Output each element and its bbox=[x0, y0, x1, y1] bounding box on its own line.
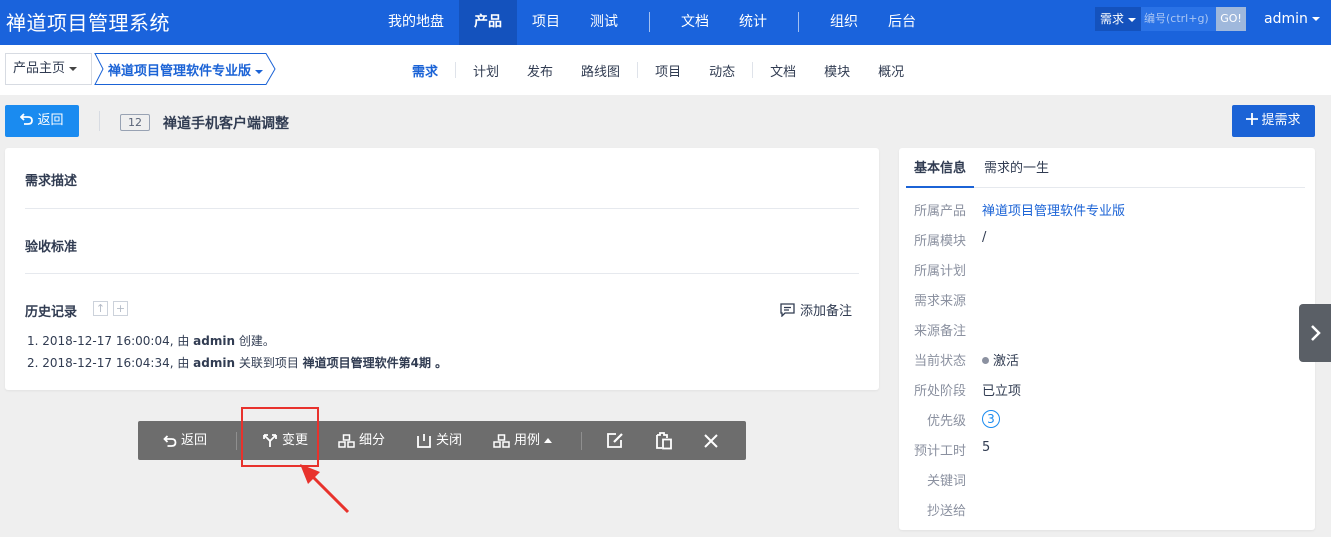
prop-row-stage: 所处阶段 已立项 bbox=[913, 384, 1022, 399]
main-nav-qa[interactable]: 测试 bbox=[575, 0, 633, 45]
add-comment-button[interactable]: 添加备注 bbox=[780, 300, 852, 319]
breadcrumb-product-home[interactable]: 产品主页 bbox=[5, 53, 92, 85]
test-case-menu-button[interactable]: 用例 bbox=[493, 421, 556, 460]
divider bbox=[581, 432, 582, 450]
nav-divider bbox=[798, 12, 799, 32]
prop-row-product: 所属产品 禅道项目管理软件专业版 bbox=[899, 200, 1315, 230]
sub-nav-plan[interactable]: 计划 bbox=[459, 61, 513, 80]
main-nav-product[interactable]: 产品 bbox=[459, 0, 517, 45]
story-detail-panel: 需求描述 验收标准 历史记录 ↑ + 添加备注 1. 2018-12-17 16… bbox=[5, 148, 879, 390]
search-type-select[interactable]: 需求 bbox=[1095, 7, 1141, 31]
history-heading: 历史记录 bbox=[25, 305, 78, 320]
main-nav: 我的地盘 产品 项目 测试 文档 统计 组织 后台 bbox=[373, 0, 931, 45]
main-nav-my[interactable]: 我的地盘 bbox=[373, 0, 459, 45]
delete-story-button[interactable] bbox=[704, 421, 722, 460]
app-brand[interactable]: 禅道项目管理系统 bbox=[6, 7, 170, 36]
prop-row-mailto: 抄送给 bbox=[926, 504, 966, 519]
main-nav-admin[interactable]: 后台 bbox=[873, 0, 931, 45]
sub-nav-roadmap[interactable]: 路线图 bbox=[567, 61, 634, 80]
sub-nav-story[interactable]: 需求 bbox=[398, 61, 452, 80]
status-dot-icon bbox=[982, 357, 989, 364]
sub-nav-release[interactable]: 发布 bbox=[513, 61, 567, 80]
nav-divider bbox=[637, 62, 639, 78]
undo-icon bbox=[20, 113, 34, 125]
close-story-button[interactable]: 关闭 bbox=[416, 421, 462, 460]
sub-nav-doc[interactable]: 文档 bbox=[756, 61, 810, 80]
nav-divider bbox=[455, 62, 457, 78]
search-go-button[interactable]: GO! bbox=[1216, 7, 1246, 31]
breadcrumb-product-select[interactable]: 禅道项目管理软件专业版 bbox=[94, 53, 276, 85]
divider bbox=[236, 432, 237, 450]
sub-nav-view[interactable]: 概况 bbox=[864, 61, 918, 80]
plus-icon bbox=[1246, 113, 1259, 125]
product-sub-nav: 需求 计划 发布 路线图 项目 动态 文档 模块 概况 bbox=[398, 45, 918, 95]
sub-navbar: 产品主页 禅道项目管理软件专业版 需求 计划 发布 路线图 项目 动态 文档 模… bbox=[0, 45, 1331, 95]
divider bbox=[25, 208, 859, 209]
chevron-down-icon bbox=[1128, 17, 1137, 22]
prop-row-status: 当前状态 激活 bbox=[913, 354, 1020, 369]
annotation-arrow-icon bbox=[300, 464, 350, 514]
user-menu[interactable]: admin bbox=[1264, 11, 1320, 27]
sitemap-icon bbox=[493, 433, 510, 448]
main-nav-project[interactable]: 项目 bbox=[517, 0, 575, 45]
comment-icon bbox=[780, 302, 795, 317]
main-nav-report[interactable]: 统计 bbox=[724, 0, 782, 45]
copy-story-button[interactable] bbox=[654, 421, 677, 460]
page-title: 禅道手机客户端调整 bbox=[163, 116, 289, 132]
product-link[interactable]: 禅道项目管理软件专业版 bbox=[982, 200, 1125, 219]
prop-row-keywords: 关键词 bbox=[926, 474, 966, 489]
chevron-down-icon bbox=[69, 66, 78, 71]
power-icon bbox=[417, 434, 431, 448]
verify-heading: 验收标准 bbox=[25, 240, 78, 255]
caret-up-icon bbox=[544, 438, 553, 443]
back-button[interactable]: 返回 bbox=[5, 105, 79, 137]
story-desc-heading: 需求描述 bbox=[25, 174, 78, 189]
prop-row-plan: 所属计划 bbox=[913, 264, 966, 279]
subdivide-story-button[interactable]: 细分 bbox=[338, 421, 385, 460]
undo-icon bbox=[163, 434, 177, 447]
prop-row-priority: 优先级 3 bbox=[899, 410, 1315, 440]
create-story-button[interactable]: 提需求 bbox=[1232, 105, 1315, 137]
history-item: 2. 2018-12-17 16:04:34, 由 admin 关联到项目 禅道… bbox=[27, 356, 448, 370]
nav-divider bbox=[752, 62, 754, 78]
highlight-box bbox=[241, 407, 319, 467]
prop-row-source: 需求来源 bbox=[913, 294, 966, 309]
divider bbox=[99, 111, 100, 131]
chevron-down-icon bbox=[1311, 17, 1320, 21]
close-icon bbox=[704, 433, 718, 448]
edit-icon bbox=[607, 433, 623, 448]
history-list: 1. 2018-12-17 16:00:04, 由 admin 创建。 2. 2… bbox=[27, 330, 447, 374]
story-id-badge: 12 bbox=[120, 114, 150, 131]
priority-badge: 3 bbox=[982, 410, 1000, 428]
tab-basic-info[interactable]: 基本信息 bbox=[906, 148, 975, 188]
main-nav-doc[interactable]: 文档 bbox=[666, 0, 724, 45]
search-input[interactable]: 编号(ctrl+g) bbox=[1141, 7, 1216, 31]
side-panel-toggle-button[interactable] bbox=[1299, 304, 1331, 362]
toolbar-back-button[interactable]: 返回 bbox=[163, 421, 207, 460]
top-navbar: 禅道项目管理系统 我的地盘 产品 项目 测试 文档 统计 组织 后台 需求 编号… bbox=[0, 0, 1331, 45]
prop-row-source-note: 来源备注 bbox=[913, 324, 966, 339]
chevron-right-icon bbox=[1311, 325, 1321, 341]
chevron-down-icon bbox=[255, 69, 264, 74]
main-nav-company[interactable]: 组织 bbox=[815, 0, 873, 45]
search-box: 需求 编号(ctrl+g) GO! bbox=[1095, 7, 1246, 31]
story-info-panel: 基本信息 需求的一生 所属产品 禅道项目管理软件专业版 所属模块 / 所属计划 需求… bbox=[899, 148, 1315, 530]
edit-story-button[interactable] bbox=[606, 421, 628, 460]
divider bbox=[25, 273, 859, 274]
prop-row-module: 所属模块 / bbox=[913, 230, 987, 249]
sub-nav-project[interactable]: 项目 bbox=[641, 61, 695, 80]
prop-row-estimate: 预计工时 5 bbox=[913, 440, 991, 459]
info-tabs: 基本信息 需求的一生 bbox=[906, 148, 1305, 188]
sub-nav-dynamic[interactable]: 动态 bbox=[695, 61, 749, 80]
story-action-toolbar: 返回 变更 细分 关闭 用例 bbox=[138, 421, 746, 460]
tab-story-life[interactable]: 需求的一生 bbox=[976, 148, 1057, 188]
history-sort-button[interactable]: ↑ bbox=[93, 301, 108, 316]
history-expand-button[interactable]: + bbox=[113, 301, 128, 316]
copy-icon bbox=[656, 431, 672, 449]
sub-nav-module[interactable]: 模块 bbox=[810, 61, 864, 80]
nav-divider bbox=[649, 12, 650, 32]
sitemap-icon bbox=[338, 433, 355, 448]
history-item: 1. 2018-12-17 16:00:04, 由 admin 创建。 bbox=[27, 334, 275, 348]
